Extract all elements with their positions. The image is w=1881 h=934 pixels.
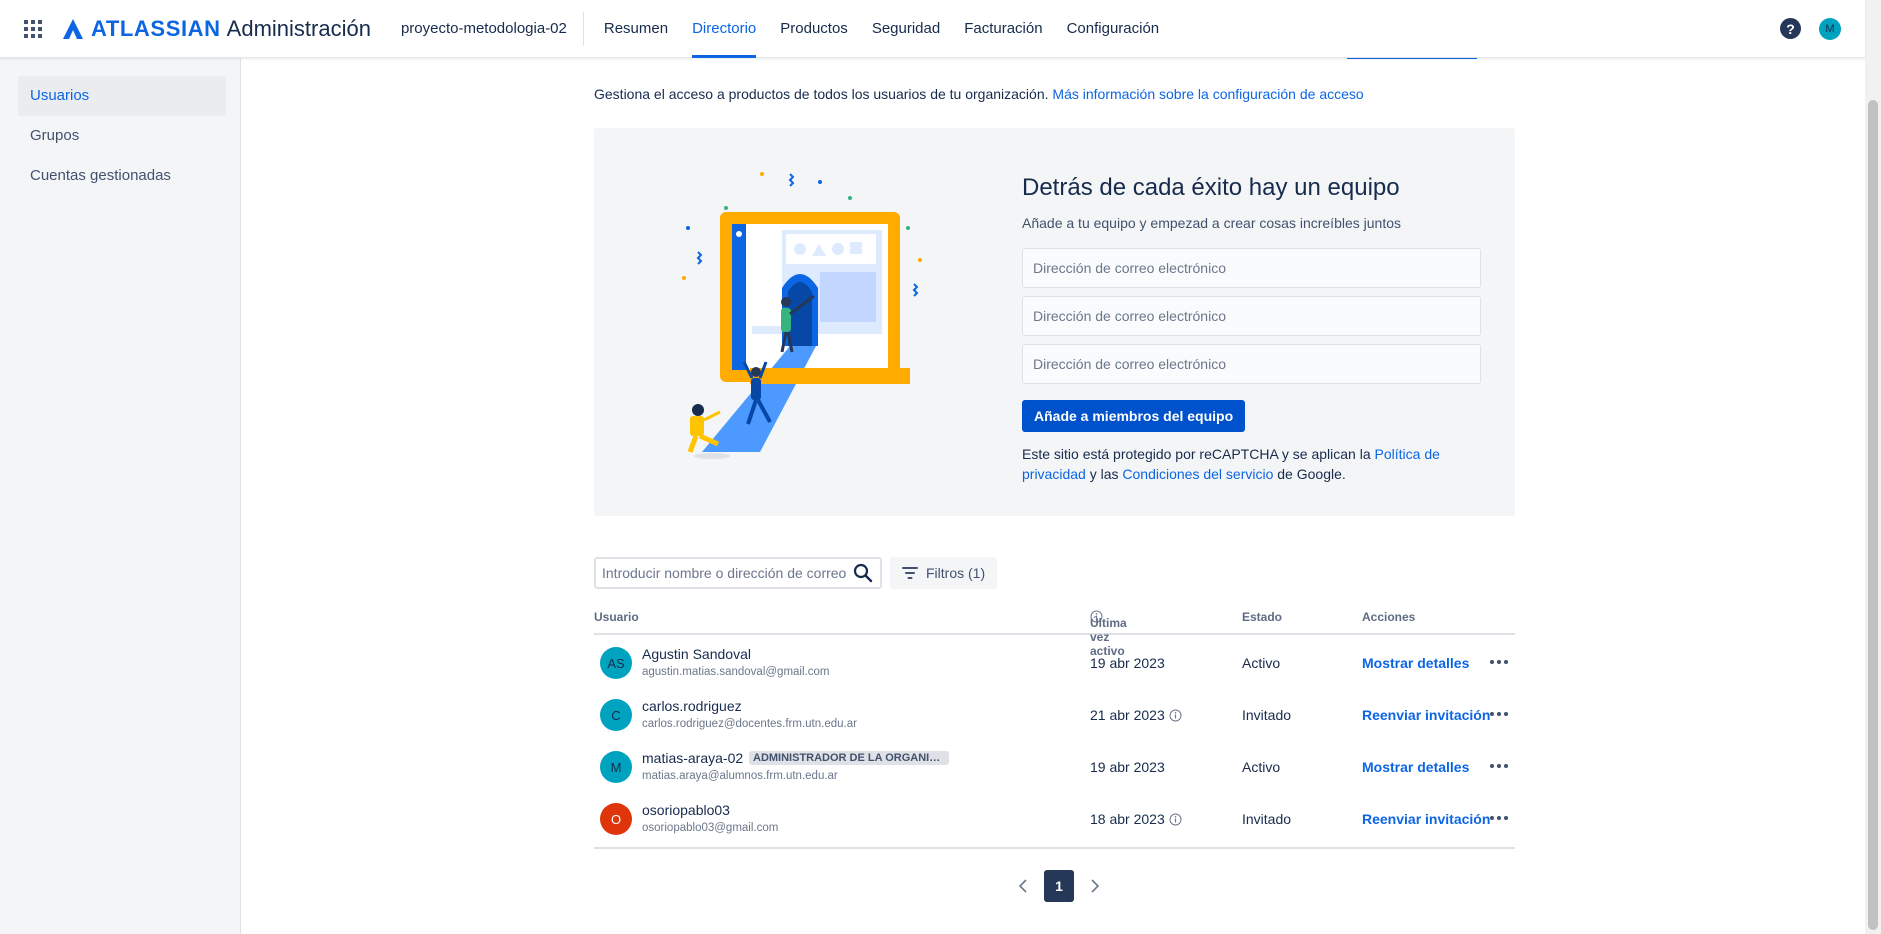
- scrollbar-thumb[interactable]: [1868, 100, 1878, 930]
- user-status: Activo: [1242, 759, 1281, 775]
- sidebar: Usuarios Grupos Cuentas gestionadas: [0, 58, 241, 934]
- more-actions-icon[interactable]: [1487, 807, 1511, 829]
- user-email: osoriopablo03@gmail.com: [642, 822, 779, 834]
- prev-page-chevron-icon[interactable]: [1012, 875, 1034, 897]
- date-text: 19 abr 2023: [1090, 655, 1165, 671]
- help-icon[interactable]: ?: [1780, 18, 1801, 39]
- column-header-status[interactable]: Estado: [1242, 610, 1282, 624]
- show-details-link[interactable]: Mostrar detalles: [1362, 759, 1469, 775]
- table-header: Usuario Última vez activo Estado Accione…: [594, 604, 1515, 658]
- user-email: agustin.matias.sandoval@gmail.com: [642, 666, 830, 678]
- user-status: Invitado: [1242, 811, 1292, 827]
- user-avatar: C: [600, 699, 632, 731]
- page-number-current[interactable]: 1: [1044, 870, 1074, 902]
- more-actions-icon[interactable]: [1487, 755, 1511, 777]
- atlassian-mark-icon: [63, 18, 83, 39]
- more-actions-icon[interactable]: [1487, 651, 1511, 673]
- column-header-user[interactable]: Usuario: [594, 610, 639, 624]
- tab-facturacion[interactable]: Facturación: [952, 0, 1054, 58]
- user-status: Invitado: [1242, 707, 1292, 723]
- info-icon[interactable]: [1169, 709, 1182, 722]
- org-admin-badge: ADMINISTRADOR DE LA ORGANIZ...: [749, 751, 949, 765]
- next-page-chevron-icon[interactable]: [1084, 875, 1106, 897]
- access-config-link[interactable]: Más información sobre la configuración d…: [1052, 86, 1363, 102]
- info-icon[interactable]: [1169, 813, 1182, 826]
- email-field-3[interactable]: [1022, 344, 1481, 384]
- last-active-date: 19 abr 2023: [1090, 759, 1165, 775]
- recaptcha-middle: y las: [1089, 466, 1119, 482]
- add-team-members-button[interactable]: Añade a miembros del equipo: [1022, 400, 1246, 432]
- table-body: AS Agustin Sandoval agustin.matias.sando…: [594, 635, 1515, 849]
- date-text: 21 abr 2023: [1090, 707, 1165, 723]
- filters-button[interactable]: Filtros (1): [890, 557, 998, 589]
- page-scrollbar[interactable]: [1865, 0, 1881, 934]
- table-row: O osoriopablo03 osoriopablo03@gmail.com …: [594, 791, 1515, 843]
- pagination: 1: [1012, 870, 1106, 902]
- resend-invitation-link[interactable]: Reenviar invitación: [1362, 811, 1490, 827]
- resend-invitation-link[interactable]: Reenviar invitación: [1362, 707, 1490, 723]
- last-active-date: 18 abr 2023: [1090, 811, 1182, 827]
- sidebar-item-usuarios[interactable]: Usuarios: [18, 76, 226, 116]
- show-details-link[interactable]: Mostrar detalles: [1362, 655, 1469, 671]
- table-row: AS Agustin Sandoval agustin.matias.sando…: [594, 635, 1515, 687]
- tab-directorio[interactable]: Directorio: [680, 0, 768, 58]
- intro-description: Gestiona el acceso a productos de todos …: [594, 86, 1049, 102]
- primary-nav-tabs: Resumen Directorio Productos Seguridad F…: [592, 0, 1171, 58]
- search-input[interactable]: [596, 565, 852, 581]
- email-field-1[interactable]: [1022, 248, 1481, 288]
- brand-wordmark: ATLASSIAN: [91, 15, 221, 41]
- org-switcher[interactable]: proyecto-metodologia-02: [401, 11, 584, 46]
- terms-of-service-link[interactable]: Condiciones del servicio: [1122, 466, 1273, 482]
- user-search-box: [594, 557, 882, 589]
- atlassian-logo[interactable]: ATLASSIAN Administración: [62, 16, 371, 42]
- last-active-date: 21 abr 2023: [1090, 707, 1182, 723]
- sidebar-item-cuentas-gestionadas[interactable]: Cuentas gestionadas: [18, 156, 226, 196]
- filter-icon: [902, 567, 918, 579]
- users-table: Usuario Última vez activo Estado Accione…: [594, 604, 1515, 849]
- column-header-last-active[interactable]: Última vez activo: [1090, 610, 1127, 658]
- invite-title: Detrás de cada éxito hay un equipo: [1022, 174, 1400, 201]
- last-active-date: 19 abr 2023: [1090, 655, 1165, 671]
- profile-avatar[interactable]: M: [1819, 17, 1841, 40]
- intro-text: Gestiona el acceso a productos de todos …: [594, 86, 1364, 102]
- recaptcha-suffix: de Google.: [1277, 466, 1346, 482]
- tab-productos[interactable]: Productos: [768, 0, 860, 58]
- email-field-2[interactable]: [1022, 296, 1481, 336]
- team-illustration: [682, 172, 922, 459]
- invite-team-card: Detrás de cada éxito hay un equipo Añade…: [594, 128, 1515, 516]
- table-row: M matias-araya-02 ADMINISTRADOR DE LA OR…: [594, 739, 1515, 791]
- user-name[interactable]: osoriopablo03: [642, 802, 730, 818]
- app-switcher-grid-icon[interactable]: [20, 16, 46, 42]
- recaptcha-notice: Este sitio está protegido por reCAPTCHA …: [1022, 444, 1492, 484]
- user-avatar: O: [600, 803, 632, 835]
- invite-subtitle: Añade a tu equipo y empezad a crear cosa…: [1022, 215, 1402, 231]
- tab-resumen[interactable]: Resumen: [592, 0, 680, 58]
- column-header-actions: Acciones: [1362, 610, 1416, 624]
- nav-right-actions: ? M: [1780, 17, 1841, 40]
- recaptcha-prefix: Este sitio está protegido por reCAPTCHA …: [1022, 446, 1371, 462]
- tab-configuracion[interactable]: Configuración: [1055, 0, 1172, 58]
- user-avatar: AS: [600, 647, 632, 679]
- filters-label: Filtros (1): [926, 565, 986, 581]
- table-row: C carlos.rodriguez carlos.rodriguez@doce…: [594, 687, 1515, 739]
- more-actions-icon[interactable]: [1487, 703, 1511, 725]
- sidebar-item-grupos[interactable]: Grupos: [18, 116, 226, 156]
- date-text: 19 abr 2023: [1090, 759, 1165, 775]
- user-email: carlos.rodriguez@docentes.frm.utn.edu.ar: [642, 718, 857, 730]
- user-status: Activo: [1242, 655, 1281, 671]
- user-email: matias.araya@alumnos.frm.utn.edu.ar: [642, 770, 838, 782]
- search-icon[interactable]: [852, 562, 874, 584]
- user-avatar: M: [600, 751, 632, 783]
- user-name[interactable]: carlos.rodriguez: [642, 698, 742, 714]
- date-text: 18 abr 2023: [1090, 811, 1165, 827]
- top-navigation: ATLASSIAN Administración proyecto-metodo…: [0, 0, 1865, 58]
- tab-seguridad[interactable]: Seguridad: [860, 0, 952, 58]
- product-name: Administración: [226, 15, 371, 41]
- user-name[interactable]: matias-araya-02: [642, 750, 743, 766]
- user-name[interactable]: Agustin Sandoval: [642, 646, 751, 662]
